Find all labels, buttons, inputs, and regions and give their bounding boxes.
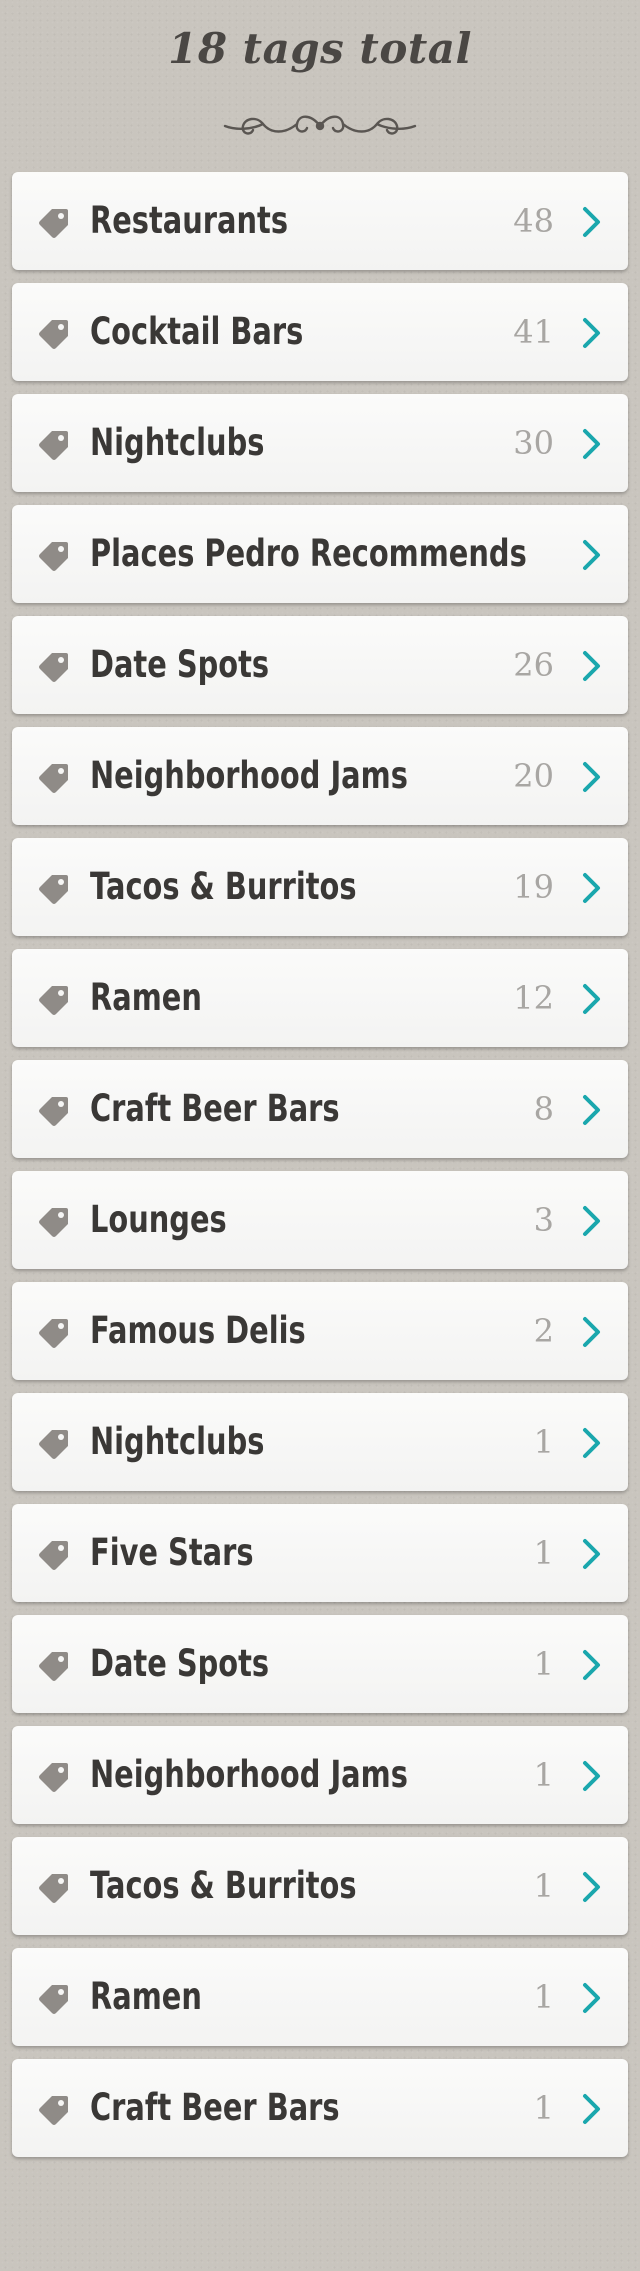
tag-count: 8: [533, 1090, 554, 1128]
tag-label: Nightclubs: [90, 1420, 265, 1463]
tag-row[interactable]: Neighborhood Jams 1: [12, 1726, 628, 1824]
tag-label: Nightclubs: [90, 421, 265, 464]
tag-label: Ramen: [90, 1975, 202, 2018]
tag-icon: [39, 431, 68, 460]
tag-icon: [39, 1208, 68, 1237]
tag-icon: [39, 209, 68, 238]
tag-icon: [39, 542, 68, 571]
tag-row[interactable]: Tacos & Burritos 19: [12, 838, 628, 936]
tag-label: Date Spots: [90, 1642, 270, 1685]
tag-count: 26: [513, 646, 554, 684]
tag-count: 3: [533, 1201, 554, 1239]
tag-list: Restaurants 48 Cocktail Bars 41 Nightclubs 30…: [12, 172, 628, 2170]
tag-count: 1: [533, 1978, 554, 2016]
tag-count: 1: [533, 1756, 554, 1794]
tag-icon: [39, 1430, 68, 1459]
tag-count: 1: [533, 1423, 554, 1461]
tag-count: 1: [533, 1645, 554, 1683]
tag-label: Famous Delis: [90, 1309, 306, 1352]
tag-count: 12: [513, 979, 554, 1017]
tag-count: 30: [513, 424, 554, 462]
tag-row[interactable]: Nightclubs 30: [12, 394, 628, 492]
chevron-right-icon: [583, 207, 600, 237]
tag-label: Neighborhood Jams: [90, 754, 408, 797]
chevron-right-icon: [583, 873, 600, 903]
tag-row[interactable]: Tacos & Burritos 1: [12, 1837, 628, 1935]
chevron-right-icon: [583, 1095, 600, 1125]
tag-row[interactable]: Craft Beer Bars 8: [12, 1060, 628, 1158]
tag-label: Places Pedro Recommends: [90, 532, 527, 575]
tag-row[interactable]: Date Spots 26: [12, 616, 628, 714]
tag-icon: [39, 2096, 68, 2125]
chevron-right-icon: [583, 651, 600, 681]
tag-label: Ramen: [90, 976, 202, 1019]
tag-row[interactable]: Cocktail Bars 41: [12, 283, 628, 381]
tag-label: Cocktail Bars: [90, 310, 304, 353]
chevron-right-icon: [583, 1761, 600, 1791]
tag-icon: [39, 1985, 68, 2014]
chevron-right-icon: [583, 1650, 600, 1680]
tag-icon: [39, 653, 68, 682]
tag-label: Five Stars: [90, 1531, 254, 1574]
tag-row[interactable]: Craft Beer Bars 1: [12, 2059, 628, 2157]
tag-count: 2: [533, 1312, 554, 1350]
tag-icon: [39, 320, 68, 349]
tag-label: Neighborhood Jams: [90, 1753, 408, 1796]
tag-count: 19: [513, 868, 554, 906]
tag-label: Tacos & Burritos: [90, 1864, 357, 1907]
tag-row[interactable]: Five Stars 1: [12, 1504, 628, 1602]
chevron-right-icon: [583, 1206, 600, 1236]
flourish-ornament-icon: [223, 115, 417, 135]
chevron-right-icon: [583, 540, 600, 570]
tag-count: 48: [513, 202, 554, 240]
chevron-right-icon: [583, 318, 600, 348]
tag-label: Craft Beer Bars: [90, 2086, 340, 2129]
tag-count: 1: [533, 1867, 554, 1905]
chevron-right-icon: [583, 1983, 600, 2013]
tag-row[interactable]: Ramen 1: [12, 1948, 628, 2046]
tag-row[interactable]: Lounges 3: [12, 1171, 628, 1269]
tag-icon: [39, 1541, 68, 1570]
tag-icon: [39, 764, 68, 793]
page-title: 18 tags total: [168, 24, 472, 73]
tag-label: Date Spots: [90, 643, 270, 686]
chevron-right-icon: [583, 1872, 600, 1902]
tag-icon: [39, 1097, 68, 1126]
tag-row[interactable]: Neighborhood Jams 20: [12, 727, 628, 825]
tag-icon: [39, 1652, 68, 1681]
tag-icon: [39, 1763, 68, 1792]
chevron-right-icon: [583, 429, 600, 459]
tag-row[interactable]: Ramen 12: [12, 949, 628, 1047]
tag-count: 1: [533, 1534, 554, 1572]
chevron-right-icon: [583, 1539, 600, 1569]
chevron-right-icon: [583, 1428, 600, 1458]
tag-row[interactable]: Places Pedro Recommends: [12, 505, 628, 603]
tag-row[interactable]: Nightclubs 1: [12, 1393, 628, 1491]
tag-label: Craft Beer Bars: [90, 1087, 340, 1130]
chevron-right-icon: [583, 1317, 600, 1347]
tag-label: Tacos & Burritos: [90, 865, 357, 908]
tag-label: Lounges: [90, 1198, 227, 1241]
tag-row[interactable]: Date Spots 1: [12, 1615, 628, 1713]
tag-icon: [39, 1874, 68, 1903]
tag-icon: [39, 875, 68, 904]
tag-row[interactable]: Restaurants 48: [12, 172, 628, 270]
tag-icon: [39, 1319, 68, 1348]
tag-count: 1: [533, 2089, 554, 2127]
tag-icon: [39, 986, 68, 1015]
chevron-right-icon: [583, 984, 600, 1014]
tag-row[interactable]: Famous Delis 2: [12, 1282, 628, 1380]
tag-label: Restaurants: [90, 199, 289, 242]
chevron-right-icon: [583, 2094, 600, 2124]
tag-count: 20: [513, 757, 554, 795]
tag-count: 41: [513, 313, 554, 351]
header: 18 tags total: [0, 0, 640, 172]
chevron-right-icon: [583, 762, 600, 792]
